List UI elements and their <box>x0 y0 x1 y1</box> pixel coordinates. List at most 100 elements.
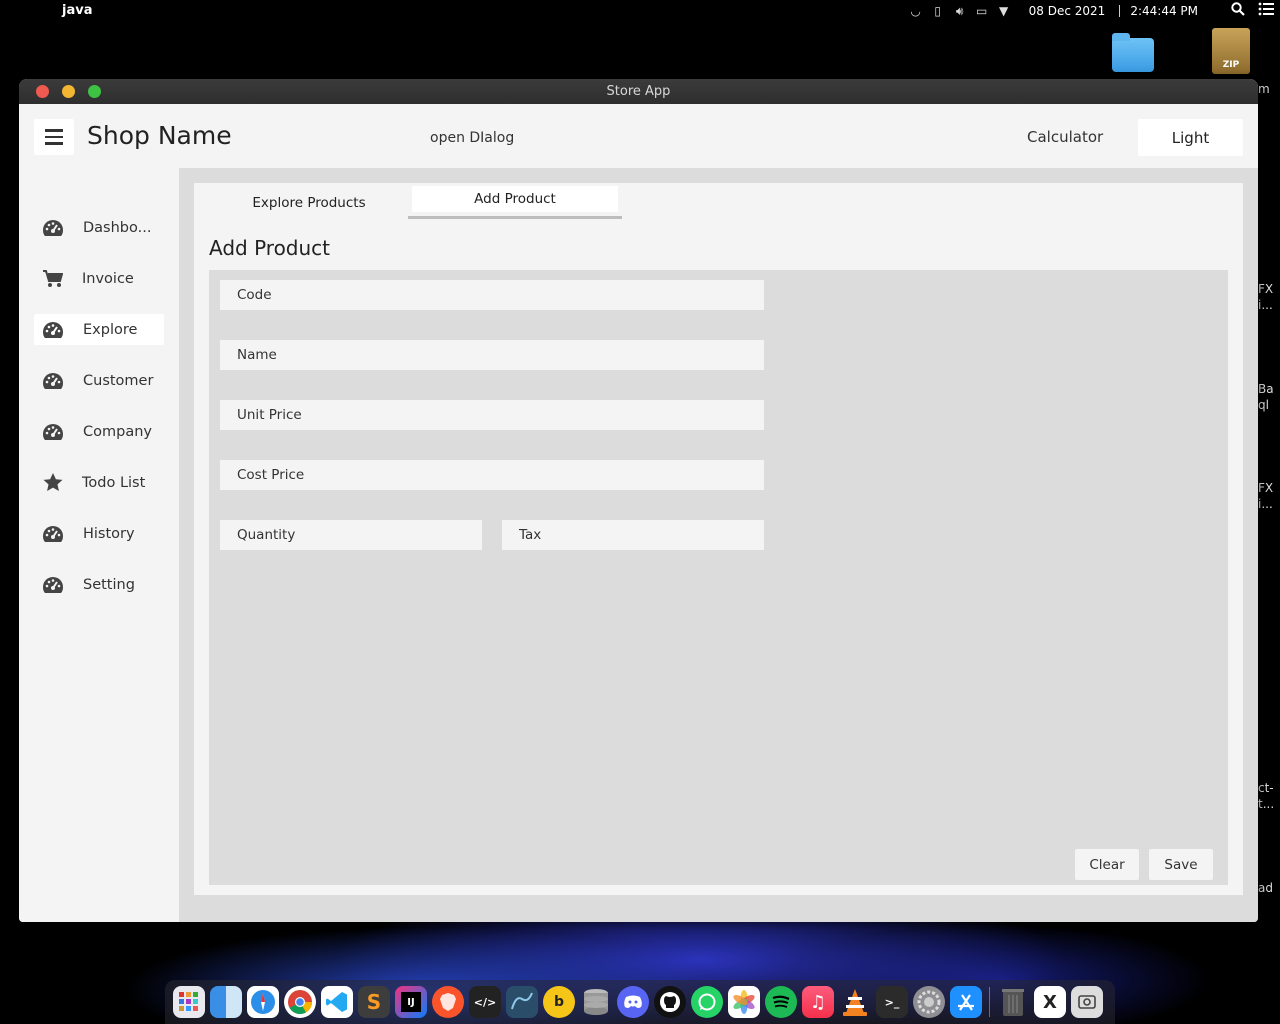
brave-icon[interactable] <box>432 986 464 1018</box>
hamburger-icon <box>45 129 63 132</box>
desktop-edge-text: Ba <box>1258 382 1274 396</box>
desktop-edge-text: t... <box>1258 797 1275 811</box>
desktop-edge-text: ct- <box>1258 781 1274 795</box>
sidebar-item-label: Todo List <box>82 474 146 491</box>
menu-date: 08 Dec 2021 <box>1028 4 1106 18</box>
spotify-icon[interactable] <box>765 986 797 1018</box>
close-window-button[interactable] <box>36 85 49 98</box>
launchpad-icon[interactable] <box>173 986 205 1018</box>
dashboard-icon <box>42 320 64 340</box>
hamburger-icon-bar <box>45 142 63 145</box>
discord-icon[interactable] <box>617 986 649 1018</box>
tax-field[interactable] <box>502 520 764 550</box>
desktop-edge-text: i... <box>1258 298 1273 312</box>
store-app-window: Store App Shop Name open DIalog Calculat… <box>19 79 1258 922</box>
zip-label: ZIP <box>1222 60 1240 70</box>
page-title: Add Product <box>209 236 331 260</box>
system-preferences-icon[interactable] <box>913 986 945 1018</box>
desktop-edge-text: i... <box>1258 497 1273 511</box>
sidebar-item-setting[interactable]: Setting <box>34 569 164 600</box>
mysql-workbench-icon[interactable] <box>506 986 538 1018</box>
sidebar-item-label: Company <box>83 423 152 440</box>
theme-toggle-button[interactable]: Light <box>1138 119 1243 156</box>
desktop-zip-icon[interactable]: ZIP <box>1212 28 1250 74</box>
whatsapp-icon[interactable] <box>691 986 723 1018</box>
menu-tray: ◡ ▯ 🔊︎ ▭ ▼ 08 Dec 2021 2:44:44 PM <box>905 0 1280 22</box>
dashboard-icon <box>42 575 64 595</box>
screenshot-icon[interactable] <box>1071 986 1103 1018</box>
intellij-icon[interactable]: IJ <box>395 986 427 1018</box>
shop-name-title: Shop Name <box>87 121 232 150</box>
dropdown-arrow-icon[interactable]: ▼ <box>993 0 1015 22</box>
menu-toggle-button[interactable] <box>34 119 74 155</box>
finder-icon[interactable] <box>210 986 242 1018</box>
open-dialog-link[interactable]: open DIalog <box>430 130 514 146</box>
vlc-icon[interactable] <box>839 986 871 1018</box>
sidebar-item-label: Customer <box>83 372 154 389</box>
desktop-edge-text: ql <box>1258 398 1269 412</box>
dashboard-icon <box>42 218 64 238</box>
cart-icon <box>42 269 64 289</box>
quantity-field[interactable] <box>220 520 482 550</box>
music-icon[interactable]: ♫ <box>802 986 834 1018</box>
app-store-icon[interactable] <box>950 986 982 1018</box>
sidebar-item-invoice[interactable]: Invoice <box>34 263 164 294</box>
cost-price-field[interactable] <box>220 460 764 490</box>
sidebar-item-label: History <box>83 525 135 542</box>
desktop-edge-text: m <box>1258 82 1270 96</box>
desktop-edge-text: FX <box>1258 481 1274 495</box>
github-icon[interactable] <box>654 986 686 1018</box>
vscode-icon[interactable] <box>321 986 353 1018</box>
menu-bar: java ◡ ▯ 🔊︎ ▭ ▼ 08 Dec 2021 2:44:44 PM <box>0 0 1280 22</box>
status-u-icon[interactable]: ◡ <box>905 0 927 22</box>
bit-icon[interactable]: b <box>543 986 575 1018</box>
window-title: Store App <box>606 84 671 99</box>
desktop-edge-text: ad <box>1258 881 1273 895</box>
unit-price-field[interactable] <box>220 400 764 430</box>
desktop-edge-text: FX <box>1258 282 1274 296</box>
terminal-icon[interactable]: >_ <box>876 986 908 1018</box>
display-icon[interactable]: ▭ <box>971 0 993 22</box>
dashboard-icon <box>42 422 64 442</box>
desktop-folder-icon[interactable] <box>1112 33 1154 72</box>
sidebar-item-history[interactable]: History <box>34 518 164 549</box>
code-field[interactable] <box>220 280 764 310</box>
tab-explore-products[interactable]: Explore Products <box>209 192 409 226</box>
tab-add-product-label[interactable]: Add Product <box>412 186 618 212</box>
volume-icon[interactable]: 🔊︎ <box>949 0 971 22</box>
menu-time: 2:44:44 PM <box>1130 4 1198 18</box>
dashboard-icon <box>42 371 64 391</box>
code-terminal-icon[interactable]: </> <box>469 986 501 1018</box>
database-icon[interactable] <box>580 986 612 1018</box>
trash-icon[interactable] <box>997 986 1029 1018</box>
app-header: Shop Name open DIalog Calculator Light <box>19 104 1258 168</box>
calculator-button[interactable]: Calculator <box>1027 128 1103 146</box>
window-titlebar[interactable]: Store App <box>19 79 1258 104</box>
star-icon <box>42 473 64 493</box>
sublime-text-icon[interactable]: S <box>358 986 390 1018</box>
clear-button[interactable]: Clear <box>1075 849 1139 880</box>
control-center-icon[interactable] <box>1252 2 1280 20</box>
sidebar-item-company[interactable]: Company <box>34 416 164 447</box>
hamburger-icon-bar <box>45 135 63 139</box>
clipboard-icon[interactable]: ▯ <box>927 0 949 22</box>
search-icon[interactable] <box>1224 2 1252 20</box>
chrome-icon[interactable] <box>284 986 316 1018</box>
dashboard-icon <box>42 524 64 544</box>
sidebar-item-label: Setting <box>83 576 135 593</box>
photos-icon[interactable] <box>728 986 760 1018</box>
name-field[interactable] <box>220 340 764 370</box>
safari-icon[interactable] <box>247 986 279 1018</box>
save-button[interactable]: Save <box>1149 849 1213 880</box>
sidebar: Dashbo... Invoice Explore Customer Compa… <box>19 168 179 922</box>
sidebar-item-customer[interactable]: Customer <box>34 365 164 396</box>
xquartz-icon[interactable]: X <box>1034 986 1066 1018</box>
sidebar-item-explore[interactable]: Explore <box>34 314 164 345</box>
minimize-window-button[interactable] <box>62 85 75 98</box>
sidebar-item-todo-list[interactable]: Todo List <box>34 467 164 498</box>
maximize-window-button[interactable] <box>88 85 101 98</box>
sidebar-item-label: Invoice <box>82 270 134 287</box>
menu-app-name[interactable]: java <box>62 3 92 18</box>
sidebar-item-dashboard[interactable]: Dashbo... <box>34 212 164 243</box>
menu-separator <box>1119 5 1121 17</box>
